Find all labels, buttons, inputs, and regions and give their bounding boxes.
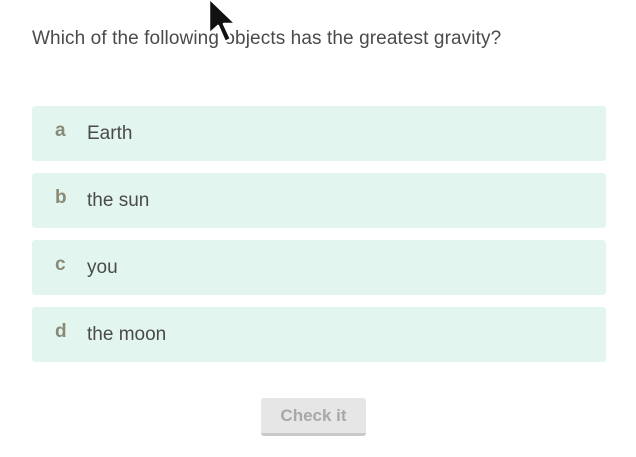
- check-it-button[interactable]: Check it: [261, 398, 366, 436]
- choice-a[interactable]: a Earth: [32, 106, 606, 161]
- choice-letter: d: [55, 321, 67, 342]
- choice-b[interactable]: b the sun: [32, 173, 606, 228]
- choice-label: Earth: [87, 123, 133, 144]
- choice-letter: a: [55, 120, 66, 141]
- choice-label: you: [87, 257, 118, 278]
- choice-letter: c: [55, 254, 66, 275]
- question-text: Which of the following objects has the g…: [32, 28, 502, 49]
- choice-d[interactable]: d the moon: [32, 307, 606, 362]
- choice-c[interactable]: c you: [32, 240, 606, 295]
- choice-letter: b: [55, 187, 67, 208]
- choice-label: the moon: [87, 324, 167, 345]
- answer-choices: a Earth b the sun c you d the moon: [32, 106, 606, 374]
- quiz-panel: Which of the following objects has the g…: [0, 0, 636, 457]
- choice-label: the sun: [87, 190, 150, 211]
